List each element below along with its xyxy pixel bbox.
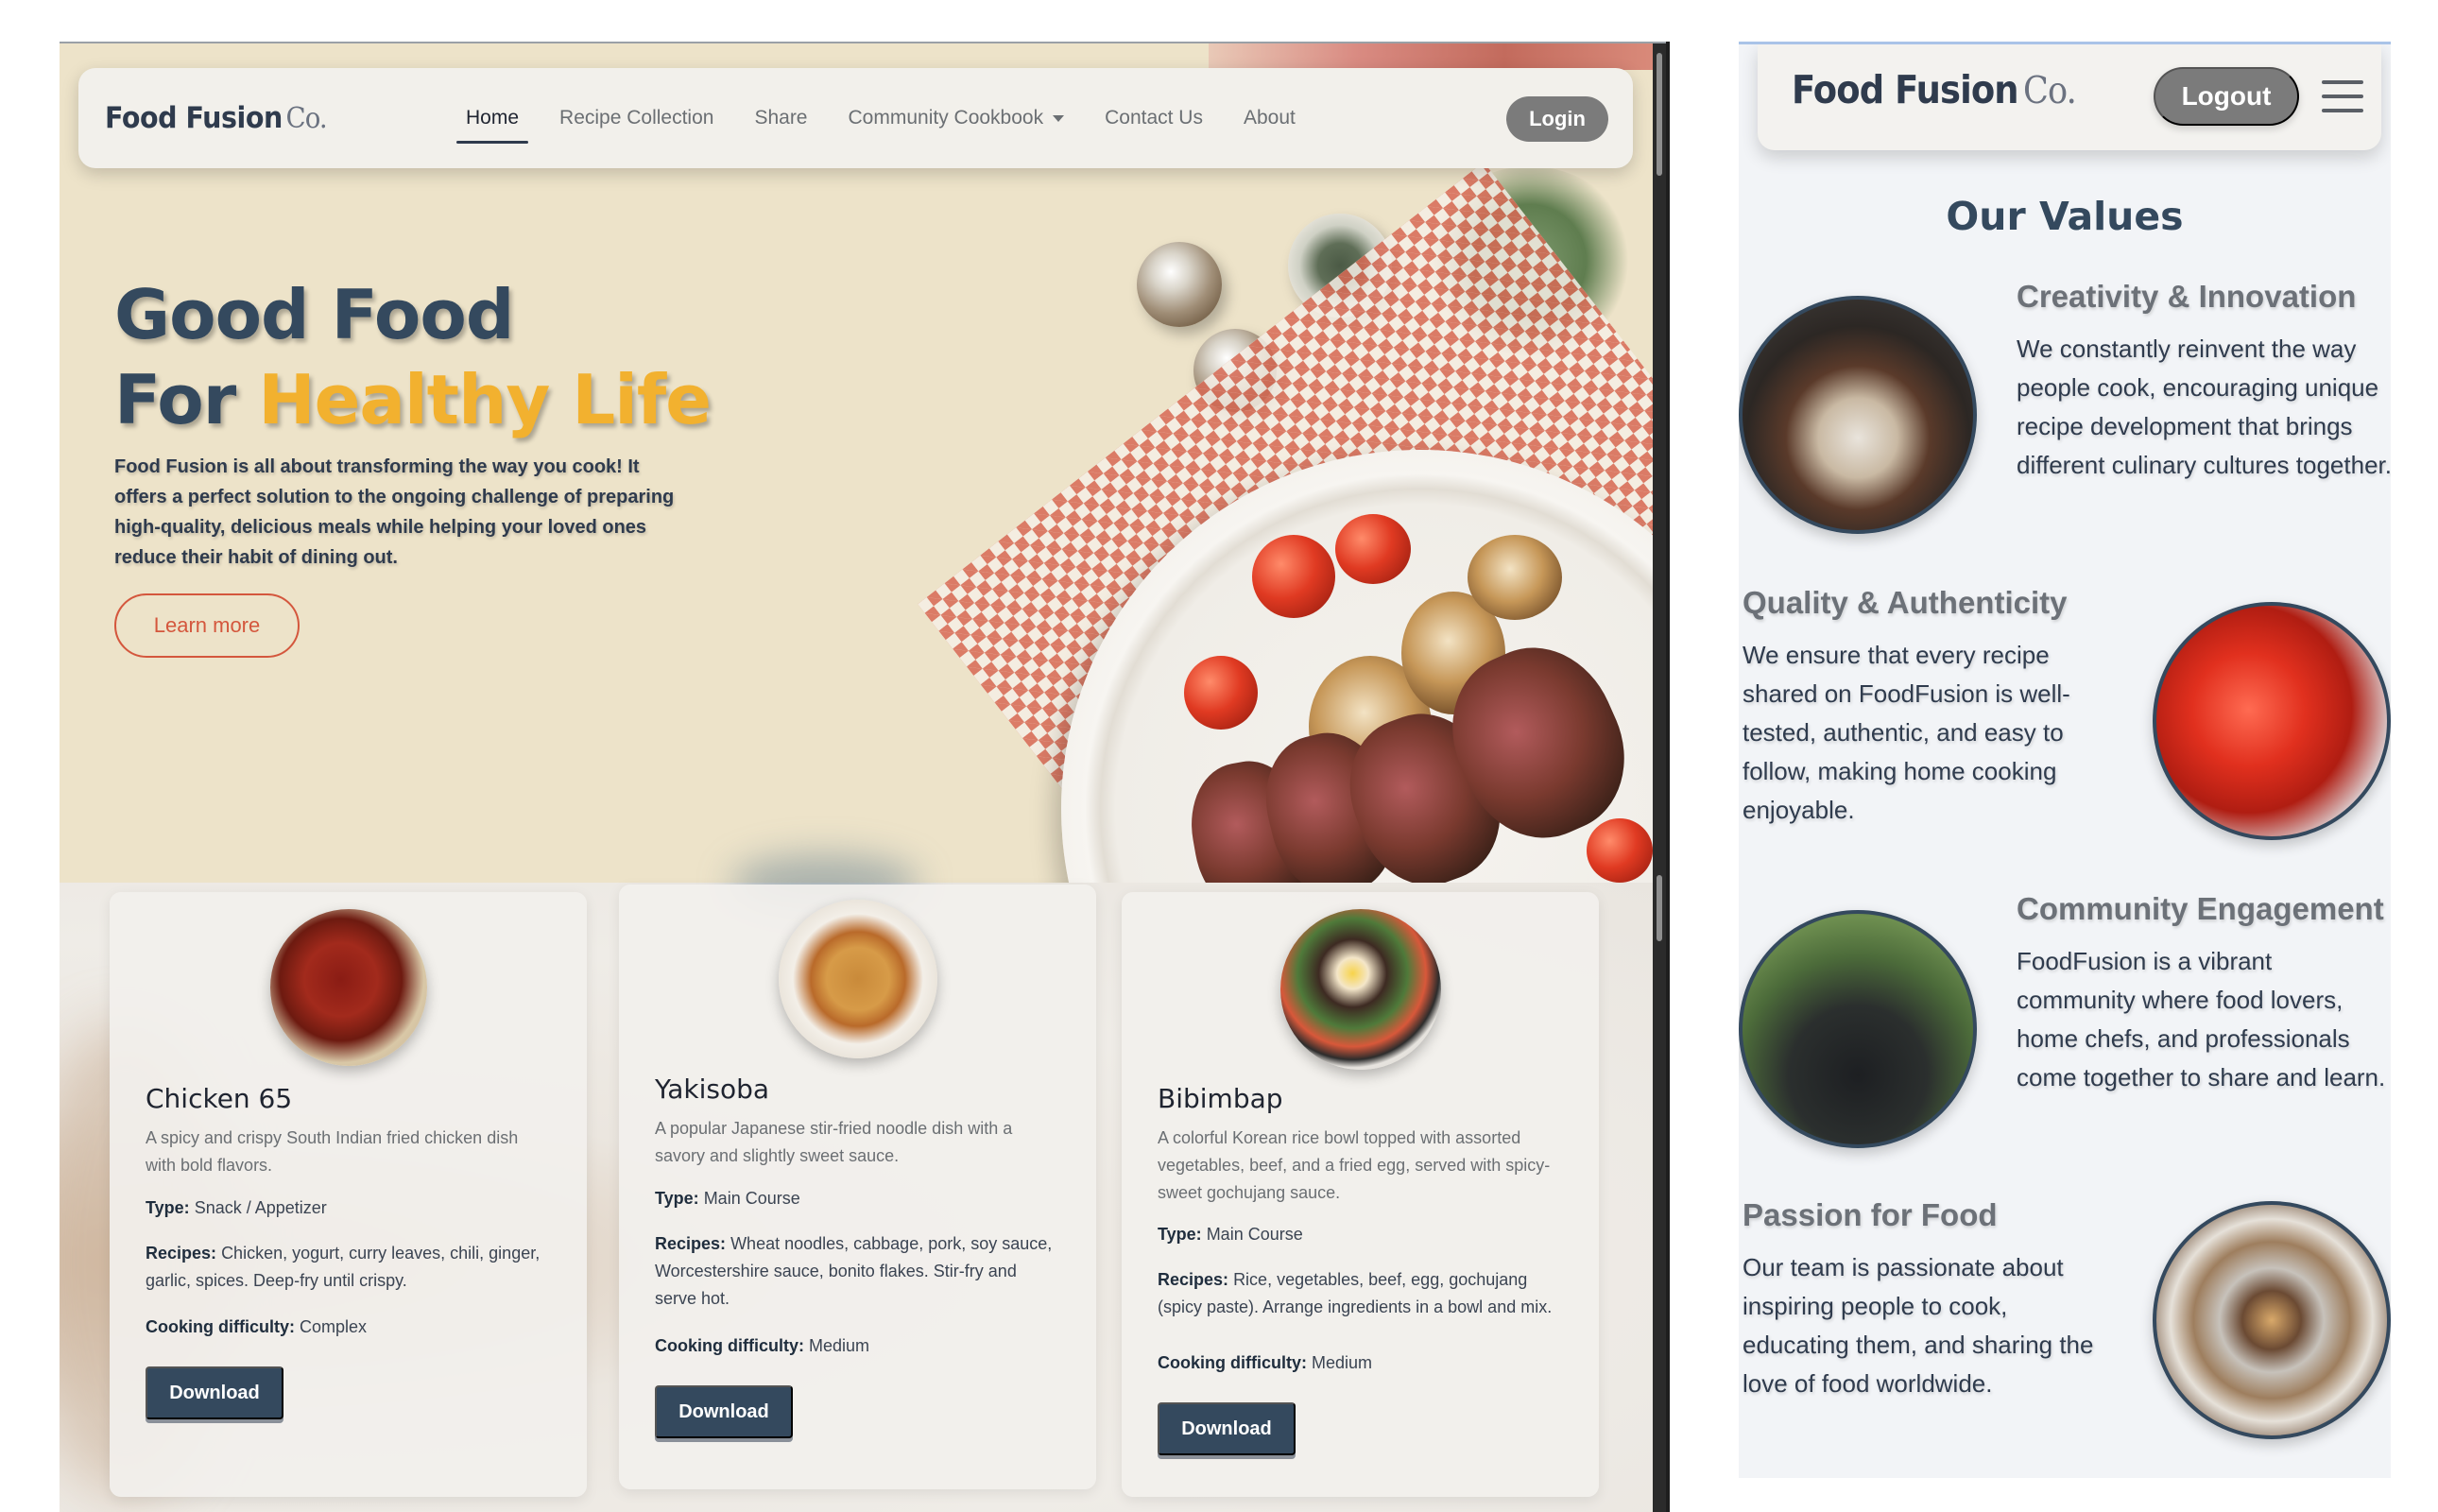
food-table-image [2153,1201,2391,1439]
screenshot-stage: Good Food For Healthy Life Food Fusion i… [0,0,2438,1512]
value-title: Passion for Food [1743,1197,1998,1232]
hamburger-menu-icon[interactable] [2322,80,2363,112]
tomatoes-image [2153,602,2391,840]
nav-link-share[interactable]: Share [754,68,807,168]
recipe-title: Chicken 65 [146,1083,293,1114]
nav-link-about[interactable]: About [1244,68,1296,168]
hero-title-line1: Good Food [114,275,514,354]
mobile-navbar: Food Fusion Co. Logout [1758,44,2381,150]
recipe-difficulty-value: Medium [809,1336,870,1355]
nav-dropdown-community-cookbook[interactable]: Community Cookbook [849,68,1065,168]
value-title: Community Engagement [2017,891,2384,926]
hero-title: Good Food For Healthy Life [114,272,712,442]
mobile-brand-logo[interactable]: Food Fusion Co. [1792,67,2077,112]
recipe-difficulty: Cooking difficulty: Medium [1158,1349,1564,1377]
value-title: Creativity & Innovation [2017,279,2357,314]
recipe-difficulty-label: Cooking difficulty: [1158,1353,1307,1372]
login-button[interactable]: Login [1506,96,1608,142]
brand-name: Food Fusion [105,101,283,135]
scrollbar-thumb[interactable] [1657,53,1662,176]
hamburger-bar [2322,94,2363,98]
recipe-type-label: Type: [1158,1225,1202,1244]
tomato-image [1335,514,1411,584]
recipe-difficulty-value: Complex [300,1317,368,1336]
recipe-type-label: Type: [146,1198,190,1217]
brand-suffix: Co. [2023,70,2077,112]
recipe-type: Type: Snack / Appetizer [146,1194,552,1222]
recipe-description: A colorful Korean rice bowl topped with … [1158,1128,1551,1202]
hero-section: Good Food For Healthy Life Food Fusion i… [60,43,1653,883]
download-button[interactable]: Download [146,1366,283,1419]
brand-name: Food Fusion [1792,67,2019,112]
recipe-difficulty: Cooking difficulty: Complex [146,1314,552,1341]
brand-suffix: Co. [285,102,328,135]
hamburger-bar [2322,80,2363,84]
nav-links: Home Recipe Collection Share Community C… [456,68,1336,168]
desktop-navbar: Food Fusion Co. Home Recipe Collection Sh… [78,68,1633,168]
pane-divider [1666,42,1670,1512]
value-title: Quality & Authenticity [1743,585,2068,620]
recipe-ingredients-label: Recipes: [146,1244,217,1263]
nav-link-home[interactable]: Home [456,68,529,168]
value-text: We constantly reinvent the way people co… [2017,335,2391,479]
recipe-ingredients: Recipes: Rice, vegetables, beef, egg, go… [1158,1266,1564,1321]
hero-title-prefix: For [114,360,259,439]
recipe-description: A popular Japanese stir-fried noodle dis… [655,1119,1013,1165]
hero-description: Food Fusion is all about transforming th… [114,456,675,568]
nav-link-recipe-collection[interactable]: Recipe Collection [559,68,713,168]
value-text: We ensure that every recipe shared on Fo… [1743,641,2070,824]
recipe-difficulty-label: Cooking difficulty: [655,1336,804,1355]
recipe-type-value: Main Course [1206,1225,1303,1244]
hero-title-line2: For Healthy Life [114,357,712,442]
recipe-ingredients-label: Recipes: [655,1234,727,1253]
tomato-image [1184,656,1258,730]
nav-link-contact-us[interactable]: Contact Us [1105,68,1203,168]
recipe-ingredients-label: Recipes: [1158,1270,1229,1289]
recipe-description: A spicy and crispy South Indian fried ch… [146,1128,519,1175]
nav-link-community-cookbook-label: Community Cookbook [848,107,1044,129]
recipe-type: Type: Main Course [655,1185,1061,1212]
chicken-65-image [269,909,427,1066]
logout-button[interactable]: Logout [2154,67,2299,126]
values-heading: Our Values [1946,194,2184,239]
desktop-scrollbar[interactable] [1653,43,1666,1512]
yakisoba-image [778,900,937,1058]
creativity-image [1739,296,1977,534]
recipe-type-value: Snack / Appetizer [194,1198,327,1217]
scrollbar-thumb[interactable] [1657,875,1662,941]
value-text: Our team is passionate about inspiring p… [1743,1253,2094,1398]
value-text: FoodFusion is a vibrant community where … [2017,947,2386,1091]
hero-decor-meat [1209,43,1653,70]
desktop-view: Good Food For Healthy Life Food Fusion i… [60,42,1666,1512]
onion-image [1468,535,1562,620]
recipe-difficulty-label: Cooking difficulty: [146,1317,295,1336]
recipe-difficulty: Cooking difficulty: Medium [655,1332,1061,1360]
recipe-title: Yakisoba [655,1074,770,1105]
recipe-type-label: Type: [655,1189,699,1208]
recipe-ingredients: Recipes: Chicken, yogurt, curry leaves, … [146,1240,552,1295]
download-button[interactable]: Download [1158,1402,1296,1455]
mobile-view: Food Fusion Co. Logout Our Values Creativ… [1739,42,2391,1478]
recipe-type: Type: Main Course [1158,1221,1564,1248]
tomato-image [1252,535,1335,618]
tomato-image [1587,818,1653,883]
recipe-card-bibimbap: Bibimbap A colorful Korean rice bowl top… [1122,892,1599,1497]
learn-more-button[interactable]: Learn more [114,593,300,658]
recipe-difficulty-value: Medium [1312,1353,1373,1372]
recipe-title: Bibimbap [1158,1083,1283,1114]
salt-shaker-image [1137,242,1222,327]
recipe-type-value: Main Course [703,1189,800,1208]
bibimbap-image [1279,909,1441,1070]
recipe-ingredients: Recipes: Wheat noodles, cabbage, pork, s… [655,1230,1061,1313]
recipe-card-chicken-65: Chicken 65 A spicy and crispy South Indi… [110,892,587,1497]
community-image [1739,910,1977,1148]
dropdown-caret-icon [1053,114,1065,122]
brand-logo[interactable]: Food Fusion Co. [105,101,328,135]
hamburger-bar [2322,109,2363,112]
download-button[interactable]: Download [655,1385,793,1438]
hero-title-highlight: Healthy Life [258,360,712,439]
recipe-card-yakisoba: Yakisoba A popular Japanese stir-fried n… [619,885,1096,1489]
